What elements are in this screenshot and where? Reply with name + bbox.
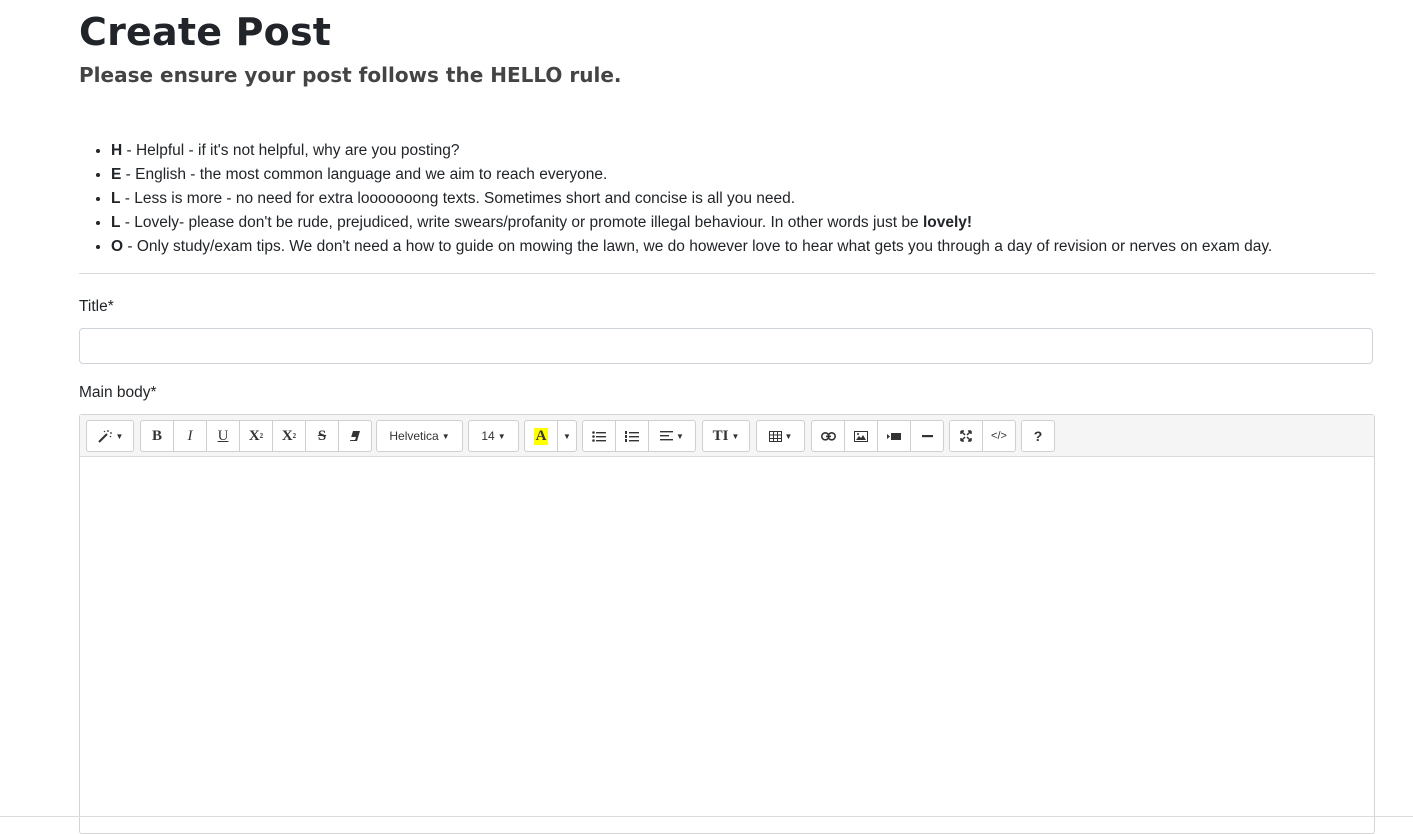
insert-picture-button[interactable] <box>844 420 878 452</box>
horizontal-rule-button[interactable] <box>910 420 944 452</box>
font-size-group: 14 ▼ <box>468 420 519 452</box>
bold-button[interactable]: B <box>140 420 174 452</box>
subscript-label: X <box>281 427 293 444</box>
rule-text: - Lovely- please don't be rude, prejudic… <box>120 214 923 231</box>
eraser-icon <box>349 430 361 442</box>
video-icon <box>887 432 901 441</box>
paragraph-group: ▼ <box>582 420 696 452</box>
code-view-button[interactable]: </> <box>982 420 1016 452</box>
rule-emphasis: lovely! <box>922 214 973 231</box>
chevron-down-icon: ▼ <box>731 431 740 441</box>
color-dropdown-button[interactable]: ▼ <box>557 420 577 452</box>
rule-letter: H <box>111 142 123 159</box>
font-family-dropdown[interactable]: Helvetica ▼ <box>376 420 463 452</box>
rule-letter: E <box>111 166 122 183</box>
text-color-button[interactable]: A <box>524 420 558 452</box>
list-item: L - Less is more - no need for extra loo… <box>111 187 1401 211</box>
superscript-button[interactable]: X2 <box>239 420 273 452</box>
insert-video-button[interactable] <box>877 420 911 452</box>
ordered-list-button[interactable] <box>615 420 649 452</box>
insert-group <box>811 420 944 452</box>
editor-toolbar: ▼ B I U X2 X2 S Helvetica ▼ 14 ▼ A ▼ ▼ T… <box>80 415 1374 457</box>
subscript-button[interactable]: X2 <box>272 420 306 452</box>
chevron-down-icon: ▼ <box>563 431 571 441</box>
view-group: </> <box>949 420 1016 452</box>
chevron-down-icon: ▼ <box>784 431 793 441</box>
table-group: ▼ <box>756 420 805 452</box>
image-icon <box>854 430 868 442</box>
main-body-label: Main body* <box>79 384 157 401</box>
align-left-icon <box>660 431 674 441</box>
rich-text-editor: ▼ B I U X2 X2 S Helvetica ▼ 14 ▼ A ▼ ▼ T… <box>79 414 1375 834</box>
rule-text: - Less is more - no need for extra loooo… <box>120 190 796 207</box>
chevron-down-icon: ▼ <box>441 431 450 441</box>
list-item: L - Lovely- please don't be rude, prejud… <box>111 211 1401 235</box>
help-button[interactable]: ? <box>1021 420 1055 452</box>
table-dropdown[interactable]: ▼ <box>756 420 805 452</box>
line-height-icon: TI <box>712 427 729 444</box>
divider <box>79 273 1375 274</box>
page-bottom-divider <box>0 816 1413 817</box>
main-body-editor[interactable] <box>80 457 1374 833</box>
font-family-value: Helvetica <box>389 429 439 443</box>
unordered-list-button[interactable] <box>582 420 616 452</box>
bullet-list-icon <box>592 430 606 442</box>
chevron-down-icon: ▼ <box>115 431 124 441</box>
list-item: O - Only study/exam tips. We don't need … <box>111 235 1401 259</box>
chevron-down-icon: ▼ <box>497 431 506 441</box>
fullscreen-button[interactable] <box>949 420 983 452</box>
rule-letter: O <box>111 238 124 255</box>
numbered-list-icon <box>625 430 639 442</box>
color-group: A ▼ <box>524 420 577 452</box>
rule-text: - Helpful - if it's not helpful, why are… <box>122 142 460 159</box>
height-group: TI ▼ <box>702 420 750 452</box>
chevron-down-icon: ▼ <box>676 431 684 441</box>
superscript-label: X <box>248 427 260 444</box>
list-item: H - Helpful - if it's not helpful, why a… <box>111 139 1401 163</box>
strikethrough-button[interactable]: S <box>305 420 339 452</box>
font-style-group: B I U X2 X2 S <box>140 420 372 452</box>
table-icon <box>768 430 782 442</box>
minus-icon <box>921 434 933 438</box>
title-input[interactable] <box>79 328 1373 364</box>
title-label: Title* <box>79 298 114 315</box>
italic-button[interactable]: I <box>173 420 207 452</box>
page-subtitle: Please ensure your post follows the HELL… <box>79 63 622 87</box>
font-name-group: Helvetica ▼ <box>376 420 463 452</box>
font-size-dropdown[interactable]: 14 ▼ <box>468 420 519 452</box>
underline-button[interactable]: U <box>206 420 240 452</box>
rule-text: - Only study/exam tips. We don't need a … <box>123 238 1273 255</box>
magic-wand-icon <box>97 429 113 443</box>
hello-rules-list: H - Helpful - if it's not helpful, why a… <box>79 139 1401 259</box>
highlight-letter: A <box>533 427 549 445</box>
rule-text: - English - the most common language and… <box>121 166 608 183</box>
paragraph-align-dropdown[interactable]: ▼ <box>648 420 696 452</box>
help-group: ? <box>1021 420 1055 452</box>
clear-format-button[interactable] <box>338 420 372 452</box>
link-icon <box>820 431 836 441</box>
page-title: Create Post <box>79 10 332 54</box>
font-size-value: 14 <box>481 429 495 443</box>
line-height-dropdown[interactable]: TI ▼ <box>702 420 750 452</box>
insert-link-button[interactable] <box>811 420 845 452</box>
style-group: ▼ <box>86 420 134 452</box>
style-button[interactable]: ▼ <box>86 420 134 452</box>
list-item: E - English - the most common language a… <box>111 163 1401 187</box>
expand-icon <box>960 430 972 442</box>
